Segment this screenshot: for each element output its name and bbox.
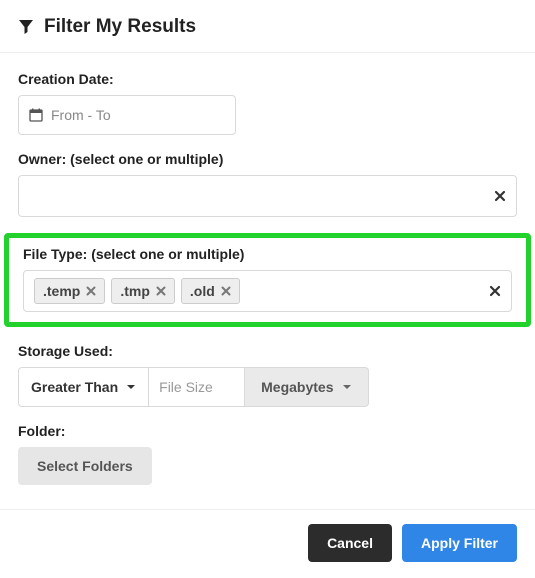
cancel-button[interactable]: Cancel bbox=[308, 524, 392, 562]
tag-remove-icon[interactable] bbox=[156, 286, 166, 296]
storage-used-field: Storage Used: Greater Than Megabytes bbox=[18, 343, 517, 407]
file-type-label: File Type: (select one or multiple) bbox=[23, 246, 512, 262]
filter-header: Filter My Results bbox=[0, 0, 535, 53]
file-type-multiselect[interactable]: .temp .tmp .old bbox=[23, 270, 512, 312]
owner-label: Owner: (select one or multiple) bbox=[18, 151, 517, 167]
tag-remove-icon[interactable] bbox=[221, 286, 231, 296]
chevron-down-icon bbox=[126, 382, 136, 392]
creation-date-field: Creation Date: bbox=[18, 71, 517, 135]
creation-date-input[interactable] bbox=[51, 107, 232, 123]
file-type-tag: .old bbox=[181, 278, 240, 304]
tag-remove-icon[interactable] bbox=[86, 286, 96, 296]
calendar-icon bbox=[29, 108, 43, 122]
file-type-field: File Type: (select one or multiple) .tem… bbox=[4, 233, 531, 327]
file-type-tag: .temp bbox=[34, 278, 105, 304]
creation-date-label: Creation Date: bbox=[18, 71, 517, 87]
storage-comparator-select[interactable]: Greater Than bbox=[18, 367, 149, 407]
file-type-tag-label: .tmp bbox=[120, 283, 150, 299]
folder-label: Folder: bbox=[18, 423, 517, 439]
select-folders-button[interactable]: Select Folders bbox=[18, 447, 152, 485]
chevron-down-icon bbox=[342, 382, 352, 392]
file-type-tag-label: .temp bbox=[43, 283, 80, 299]
owner-clear-icon[interactable] bbox=[494, 190, 506, 202]
file-type-tag: .tmp bbox=[111, 278, 175, 304]
folder-field: Folder: Select Folders bbox=[18, 423, 517, 485]
funnel-icon bbox=[18, 19, 34, 35]
dialog-footer: Cancel Apply Filter bbox=[0, 509, 535, 578]
owner-multiselect[interactable] bbox=[18, 175, 517, 217]
apply-filter-button[interactable]: Apply Filter bbox=[402, 524, 517, 562]
storage-comparator-value: Greater Than bbox=[31, 379, 118, 395]
page-title: Filter My Results bbox=[44, 16, 196, 38]
file-type-tag-label: .old bbox=[190, 283, 215, 299]
creation-date-input-wrap[interactable] bbox=[18, 95, 236, 135]
storage-used-label: Storage Used: bbox=[18, 343, 517, 359]
file-type-clear-icon[interactable] bbox=[489, 285, 501, 297]
storage-unit-select[interactable]: Megabytes bbox=[245, 367, 368, 407]
storage-unit-value: Megabytes bbox=[261, 379, 333, 395]
owner-field: Owner: (select one or multiple) bbox=[18, 151, 517, 217]
storage-size-input[interactable] bbox=[149, 367, 245, 407]
